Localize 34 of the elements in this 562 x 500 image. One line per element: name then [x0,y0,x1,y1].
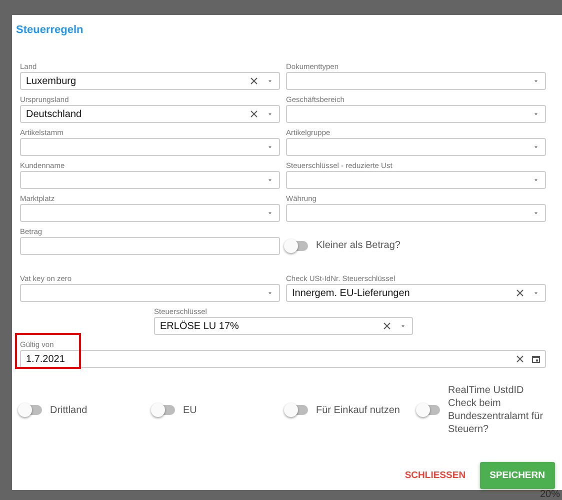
dialog-title: Steuerregeln [16,24,84,36]
toggle-label: EU [183,404,197,416]
select-field[interactable] [20,171,280,189]
toggle-label: Kleiner als Betrag? [316,239,400,252]
select-field[interactable] [286,171,546,189]
toggle-switch[interactable] [20,405,42,415]
clear-icon[interactable] [250,110,258,118]
calendar-icon[interactable] [532,355,540,363]
toggle-label: Für Einkauf nutzen [316,404,400,416]
toggle-switch[interactable] [286,405,308,415]
select-field[interactable]: Luxemburg [20,72,280,90]
input-field[interactable] [20,237,280,255]
toggle-label: Drittland [50,404,88,416]
select-field[interactable] [20,284,280,302]
select-field[interactable] [286,105,546,123]
select-field[interactable]: Deutschland [20,105,280,123]
clear-icon[interactable] [383,322,391,330]
toggle-switch[interactable] [286,240,308,250]
clear-icon[interactable] [516,289,524,297]
select-field[interactable] [286,138,546,156]
select-field[interactable] [286,72,546,90]
select-field[interactable] [20,204,280,222]
toggle-switch[interactable] [418,405,440,415]
select-field[interactable] [20,138,280,156]
date-field[interactable]: 1.7.2021 [20,350,546,368]
clear-icon[interactable] [516,355,524,363]
toggle-label: RealTime UstdID Check beim Bundeszentralamt für Steuern? [448,384,544,436]
toggle-switch[interactable] [153,405,175,415]
select-field[interactable]: Innergem. EU-Lieferungen [286,284,546,302]
background-text: 20% [540,489,560,500]
clear-icon[interactable] [250,77,258,85]
select-field[interactable]: ERLÖSE LU 17% [154,317,413,335]
select-field[interactable] [286,204,546,222]
close-button[interactable]: SCHLIESSEN [404,470,466,481]
